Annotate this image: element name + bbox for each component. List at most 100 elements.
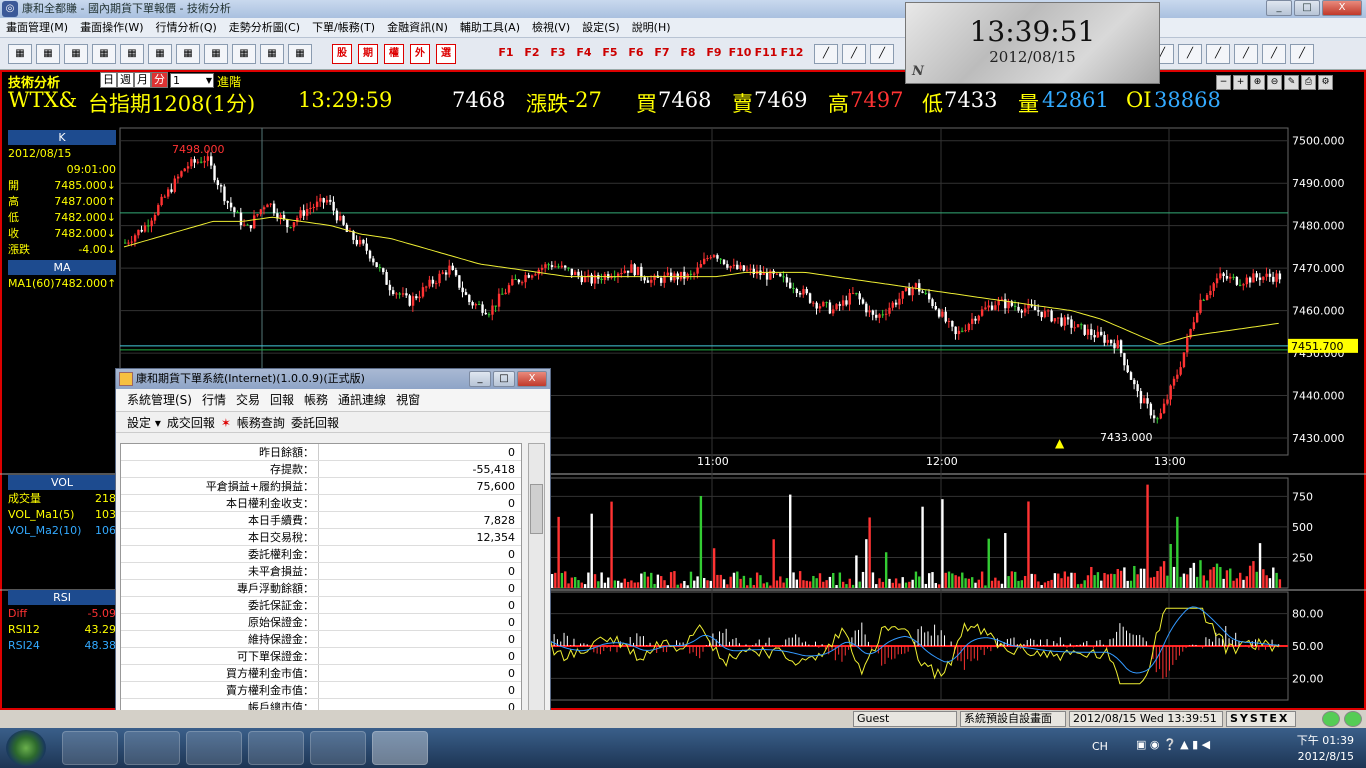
- vertical-scrollbar[interactable]: [528, 443, 545, 715]
- print-icon[interactable]: ⎙: [1301, 75, 1316, 90]
- candle-body: [855, 292, 858, 294]
- order-menu-item-6[interactable]: 視窗: [391, 389, 425, 411]
- notes-app-icon[interactable]: [124, 731, 180, 765]
- candle-body: [838, 304, 842, 306]
- input-language[interactable]: CH: [1092, 740, 1108, 753]
- candle-body: [719, 258, 722, 260]
- volume-bar: [789, 494, 792, 588]
- tab-2[interactable]: 月: [134, 72, 151, 88]
- volume-bar: [746, 585, 749, 588]
- volume-bar: [636, 582, 640, 588]
- tab-0[interactable]: 日: [100, 72, 117, 88]
- k-row-label: 漲跌: [8, 243, 30, 256]
- candle-body: [626, 270, 630, 273]
- order-tool-1[interactable]: 成交回報: [164, 412, 218, 434]
- volume-bar: [772, 539, 775, 588]
- tab-1[interactable]: 週: [117, 72, 134, 88]
- volume-bar: [1080, 583, 1083, 588]
- candle-body: [1275, 273, 1278, 282]
- k-panel-header: K: [8, 130, 116, 145]
- candle-body: [365, 243, 368, 251]
- volume-bar: [997, 580, 1000, 588]
- candle-body: [841, 300, 845, 306]
- candle-body: [818, 306, 822, 309]
- order-tool-0[interactable]: 設定 ▾: [124, 412, 164, 434]
- start-button[interactable]: [6, 730, 46, 766]
- volume-bar: [1066, 576, 1070, 588]
- min-price-label: 7433.000: [1100, 431, 1153, 444]
- volume-bar: [894, 578, 898, 588]
- candle-body: [527, 275, 531, 278]
- volume-bar: [937, 584, 941, 588]
- candle-body: [1202, 299, 1205, 301]
- quote-line: WTX& 台指期1208(1分) 13:29:59 7468 漲跌 -27 買 …: [8, 88, 1298, 118]
- volume-bar: [1090, 566, 1093, 588]
- period-select[interactable]: 1: [170, 73, 214, 88]
- candle-body: [1126, 365, 1129, 373]
- row-label: 專戶浮動餘額：: [121, 580, 319, 596]
- volume-bar: [1106, 574, 1110, 588]
- k-row-1: 高 7487.000↑: [8, 194, 116, 210]
- scroll-thumb[interactable]: [530, 484, 543, 534]
- trading-app-icon[interactable]: [372, 731, 428, 765]
- candle-body: [1268, 273, 1272, 277]
- candle-body: [322, 198, 325, 203]
- candle-body: [200, 161, 203, 163]
- volume-bar: [848, 578, 851, 588]
- candle-body: [851, 292, 855, 294]
- candle-body: [1186, 337, 1189, 353]
- tray-icons[interactable]: ▣ ◉ ❔ ▲ ▮ ◀: [1136, 738, 1210, 751]
- candle-body: [828, 302, 832, 314]
- candle-body: [544, 264, 547, 268]
- candle-body: [1146, 398, 1149, 404]
- row-value: 12,354: [476, 531, 516, 544]
- order-menu-item-5[interactable]: 通訊連線: [333, 389, 391, 411]
- order-tool-3[interactable]: 委託回報: [288, 412, 342, 434]
- volume-bar: [908, 581, 911, 588]
- connection-status-icon: [1322, 711, 1340, 727]
- order-app-icon: [119, 372, 133, 386]
- candle-body: [468, 294, 471, 303]
- candle-body: [481, 304, 484, 313]
- candle-body: [517, 279, 521, 283]
- candle-body: [143, 225, 147, 232]
- volume-bar: [1033, 574, 1037, 588]
- concord-app-icon[interactable]: [248, 731, 304, 765]
- quote-bid: 7468: [658, 88, 712, 112]
- quote-change-label: 漲跌: [526, 92, 568, 116]
- candle-body: [858, 293, 861, 300]
- tab-3[interactable]: 分: [151, 72, 168, 88]
- candle-body: [372, 258, 375, 263]
- candle-body: [378, 266, 382, 269]
- candle-body: [812, 302, 815, 304]
- order-minimize-button[interactable]: _: [469, 371, 491, 387]
- order-menu-item-2[interactable]: 交易: [231, 389, 265, 411]
- candle-body: [1047, 310, 1050, 312]
- candle-body: [213, 165, 216, 181]
- candle-body: [256, 214, 259, 216]
- explorer-icon[interactable]: [62, 731, 118, 765]
- candle-body: [511, 278, 514, 286]
- volume-bar: [593, 574, 597, 588]
- order-tool-2[interactable]: 帳務查詢: [234, 412, 288, 434]
- order-menu-item-1[interactable]: 行情: [197, 389, 231, 411]
- browser-icon[interactable]: [186, 731, 242, 765]
- order-close-button[interactable]: X: [517, 371, 547, 387]
- order-menu-item-3[interactable]: 回報: [265, 389, 299, 411]
- row-label: 未平倉損益：: [121, 563, 319, 579]
- table-row: 原始保證金： 0: [121, 614, 521, 631]
- paint-app-icon[interactable]: [310, 731, 366, 765]
- order-menu-item-0[interactable]: 系統管理(S): [122, 389, 197, 411]
- volume-bar: [918, 576, 921, 588]
- volume-bar: [570, 577, 574, 588]
- order-maximize-button[interactable]: □: [493, 371, 515, 387]
- quote-name: 台指期1208(1分): [88, 92, 256, 116]
- order-menu-item-4[interactable]: 帳務: [299, 389, 333, 411]
- volume-bar: [812, 575, 815, 588]
- settings-icon[interactable]: ⚙: [1318, 75, 1333, 90]
- volume-bar: [967, 578, 971, 588]
- price-tick-label: 7490.000: [1292, 177, 1345, 190]
- status-bar: Guest 系統預設自設畫面 2012/08/15 Wed 13:39:51 S…: [0, 710, 1366, 728]
- candle-body: [934, 306, 937, 310]
- row-label: 委託權利金：: [121, 546, 319, 562]
